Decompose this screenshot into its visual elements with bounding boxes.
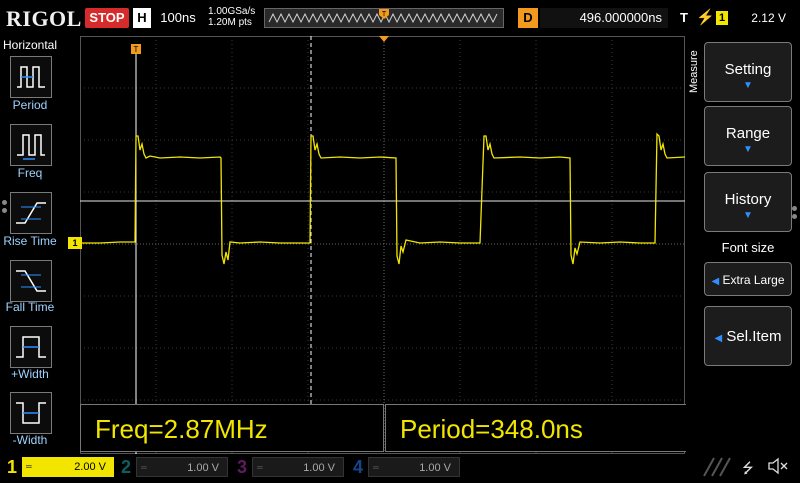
sel-item-label: Sel.Item xyxy=(726,328,782,345)
measure-rise-time-label: Rise Time xyxy=(3,234,57,248)
font-size-label: Font size xyxy=(721,240,775,255)
rising-edge-icon: ⚡ xyxy=(696,9,715,26)
dc-coupling-icon: ═ xyxy=(257,463,263,472)
sel-item-button[interactable]: ◀ Sel.Item xyxy=(704,306,792,366)
measure-freq-label: Freq xyxy=(17,166,43,180)
panel-title: Horizontal xyxy=(3,38,58,52)
rise-time-icon xyxy=(16,202,46,224)
history-label: History xyxy=(724,191,772,208)
brand-logo: RIGOL xyxy=(6,6,82,31)
channel2-scale[interactable]: ═ 1.00 V xyxy=(136,457,228,477)
freq-icon xyxy=(17,134,45,160)
history-button[interactable]: History ▼ xyxy=(704,172,792,232)
dc-coupling-icon: ═ xyxy=(373,463,379,472)
hatch-icon xyxy=(703,457,731,477)
font-size-selector[interactable]: ◀ Extra Large xyxy=(704,262,792,296)
waveform-grid: T xyxy=(80,36,686,454)
measure-positive-width-button[interactable] xyxy=(10,326,52,368)
channel3-scale-value: 1.00 V xyxy=(303,462,335,474)
chevron-down-icon: ▼ xyxy=(743,210,753,221)
channel4-scale[interactable]: ═ 1.00 V xyxy=(368,457,460,477)
menu-stripes xyxy=(700,456,736,478)
negative-width-icon xyxy=(16,402,46,424)
sample-rate: 1.00GSa/s xyxy=(208,6,256,17)
left-page-dots xyxy=(2,200,8,222)
font-size-value: Extra Large xyxy=(722,273,785,287)
waveform-display[interactable]: T xyxy=(80,36,686,454)
memory-overview-wave: T xyxy=(268,9,498,24)
range-button[interactable]: Range ▼ xyxy=(704,106,792,166)
channel3-number[interactable]: 3 xyxy=(234,456,250,478)
menu-tab-measure: Measure xyxy=(688,50,700,94)
measure-negative-width-label: -Width xyxy=(12,433,48,447)
channel1-scale[interactable]: ═ 2.00 V xyxy=(22,457,114,477)
memory-overview-strip[interactable]: T xyxy=(264,8,504,28)
channel4-scale-value: 1.00 V xyxy=(419,462,451,474)
measure-fall-time-label: Fall Time xyxy=(5,300,55,314)
setting-label: Setting xyxy=(724,61,772,78)
cursor-a-marker-label: T xyxy=(134,45,139,54)
measure-freq-button[interactable] xyxy=(10,124,52,166)
period-measurement: Period=348.0ns xyxy=(385,404,690,452)
run-stop-button[interactable]: STOP xyxy=(85,8,129,28)
acquisition-info: 1.00GSa/s 1.20M pts xyxy=(208,6,255,28)
triangle-left-icon: ◀ xyxy=(711,276,720,287)
channel2-number[interactable]: 2 xyxy=(118,456,134,478)
freq-measurement: Freq=2.87MHz xyxy=(80,404,384,452)
range-label: Range xyxy=(725,125,771,142)
speaker-muted-icon[interactable] xyxy=(766,456,790,476)
measure-negative-width-button[interactable] xyxy=(10,392,52,434)
measure-positive-width-label: +Width xyxy=(11,367,49,381)
measure-rise-time-button[interactable] xyxy=(10,192,52,234)
positive-width-icon xyxy=(16,336,46,358)
channel3-scale[interactable]: ═ 1.00 V xyxy=(252,457,344,477)
chevron-down-icon: ▼ xyxy=(743,80,753,91)
channel1-number[interactable]: 1 xyxy=(4,456,20,478)
measure-fall-time-button[interactable] xyxy=(10,260,52,302)
trigger-source: 1 xyxy=(716,11,728,25)
trigger-key: T xyxy=(680,10,688,25)
usb-icon: ⭍ xyxy=(742,460,754,476)
dc-coupling-icon: ═ xyxy=(141,463,147,472)
triangle-left-icon: ◀ xyxy=(714,333,723,344)
overview-trigger-label: T xyxy=(382,11,387,18)
measure-period-button[interactable] xyxy=(10,56,52,98)
chevron-down-icon: ▼ xyxy=(743,144,753,155)
trigger-time-marker xyxy=(379,36,389,42)
delay-key: D xyxy=(518,8,538,28)
trigger-level-value[interactable]: 2.12 V xyxy=(730,8,786,28)
timebase-value[interactable]: 100ns xyxy=(153,8,203,28)
channel1-ground-marker[interactable]: 1 xyxy=(68,237,82,249)
setting-button[interactable]: Setting ▼ xyxy=(704,42,792,102)
dc-coupling-icon: ═ xyxy=(26,462,32,471)
period-icon xyxy=(17,66,45,88)
horizontal-delay-value[interactable]: 496.000000ns xyxy=(540,8,668,28)
channel2-scale-value: 1.00 V xyxy=(187,462,219,474)
channel4-number[interactable]: 4 xyxy=(350,456,366,478)
memory-depth: 1.20M pts xyxy=(208,17,252,28)
channel1-scale-value: 2.00 V xyxy=(74,461,106,473)
menu-page-dots xyxy=(792,206,798,228)
measure-period-label: Period xyxy=(12,98,48,112)
horizontal-key: H xyxy=(133,8,151,28)
fall-time-icon xyxy=(16,270,46,292)
